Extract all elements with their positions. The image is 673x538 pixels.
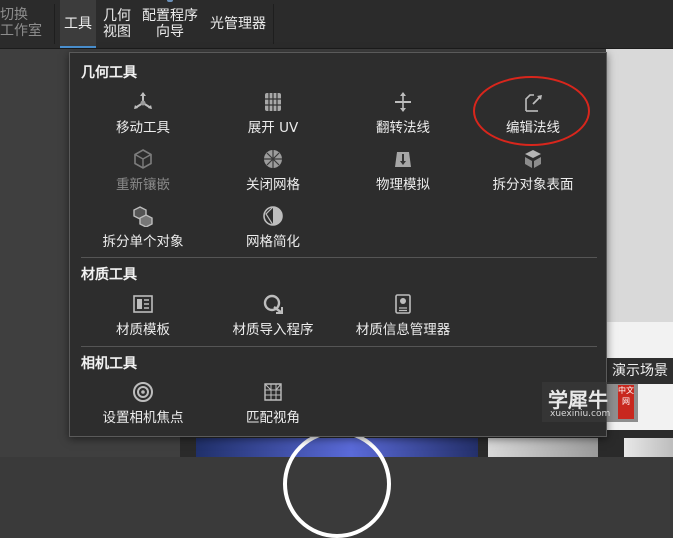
annotation-highlight-circle — [473, 76, 590, 146]
menu-item-label: 材质导入程序 — [232, 322, 314, 338]
section-title-geometry-tools: 几何工具 — [81, 65, 137, 81]
light-manager-button[interactable]: 光管理器 — [206, 0, 270, 48]
menu-item-label: 材质信息管理器 — [355, 322, 451, 338]
menu-item-label: 物理模拟 — [376, 177, 430, 193]
flip-normals-icon — [392, 91, 414, 113]
section-title-camera-tools: 相机工具 — [81, 356, 137, 372]
menu-item-label: 拆分对象表面 — [492, 177, 574, 193]
menu-item-split-single-object[interactable]: 拆分单个对象 — [78, 205, 208, 255]
material-importer-icon — [262, 293, 284, 315]
menu-item-label: 拆分单个对象 — [102, 234, 184, 250]
menu-item-label: 网格简化 — [246, 234, 300, 250]
menu-item-unwrap-uv[interactable]: 展开 UV — [208, 91, 338, 141]
match-perspective-icon — [262, 381, 284, 403]
light-manager-label: 光管理器 — [210, 16, 266, 32]
move-tool-icon — [132, 91, 154, 113]
menu-item-label: 翻转法线 — [376, 120, 430, 136]
menu-item-close-mesh[interactable]: 关闭网格 — [208, 148, 338, 198]
split-single-object-icon — [132, 205, 154, 227]
menu-item-flip-normals[interactable]: 翻转法线 — [338, 91, 468, 141]
menu-item-move-tool[interactable]: 移动工具 — [78, 91, 208, 141]
section-divider — [81, 257, 597, 258]
menu-item-label: 设置相机焦点 — [102, 410, 184, 426]
menu-item-match-perspective[interactable]: 匹配视角 — [208, 381, 338, 431]
menu-item-material-importer[interactable]: 材质导入程序 — [208, 293, 338, 343]
tools-tab-button[interactable]: 工具 — [60, 0, 96, 48]
watermark-url: xuexiniu.com — [550, 409, 611, 419]
section-title-material-tools: 材质工具 — [81, 267, 137, 283]
config-wizard-label-2: 向导 — [156, 24, 184, 40]
watermark-logo: 学犀牛 xuexiniu.com 中文网 — [542, 382, 638, 422]
menu-item-physics-simulation[interactable]: 物理模拟 — [338, 148, 468, 198]
scene-thumbnail-ring — [283, 430, 391, 538]
config-wizard-label-1: 配置程序 — [142, 8, 198, 24]
close-mesh-icon — [262, 148, 284, 170]
menu-item-label: 材质模板 — [116, 322, 170, 338]
retessellate-icon — [132, 148, 154, 170]
config-wizard-icon — [167, 0, 173, 2]
set-camera-focus-icon — [132, 381, 154, 403]
demo-scene-tab[interactable]: 演示场景 — [606, 358, 673, 384]
mesh-simplify-icon — [262, 205, 284, 227]
switch-workspace-label-2: 工作室 — [0, 23, 42, 39]
menu-item-material-info-manager[interactable]: 材质信息管理器 — [338, 293, 468, 343]
unwrap-uv-icon — [262, 91, 284, 113]
menu-item-label: 移动工具 — [116, 120, 170, 136]
switch-workspace-label-1: 切换 — [0, 7, 28, 23]
menu-item-retessellate: 重新镶嵌 — [78, 148, 208, 198]
menu-item-split-object-surfaces[interactable]: 拆分对象表面 — [468, 148, 598, 198]
section-divider — [81, 346, 597, 347]
menu-item-label: 展开 UV — [247, 120, 299, 136]
material-info-manager-icon — [392, 293, 414, 315]
ribbon-toolbar: 切换 工作室 工具 几何 视图 配置程序 向导 光管理器 — [0, 0, 673, 49]
geometry-view-label-1: 几何 — [103, 8, 131, 24]
scene-thumbnail[interactable] — [488, 438, 598, 457]
menu-item-set-camera-focus[interactable]: 设置相机焦点 — [78, 381, 208, 431]
watermark-seal: 中文网 — [618, 385, 634, 419]
split-object-surfaces-icon — [522, 148, 544, 170]
geometry-view-button[interactable]: 几何 视图 — [100, 0, 134, 48]
config-wizard-button[interactable]: 配置程序 向导 — [138, 0, 202, 48]
geometry-view-label-2: 视图 — [103, 24, 131, 40]
toolbar-divider — [54, 4, 55, 44]
menu-item-label: 重新镶嵌 — [116, 177, 170, 193]
material-template-icon — [132, 293, 154, 315]
menu-item-label: 关闭网格 — [246, 177, 300, 193]
menu-item-label: 匹配视角 — [246, 410, 300, 426]
physics-simulation-icon — [392, 148, 414, 170]
switch-workspace-button[interactable]: 切换 工作室 — [0, 0, 44, 48]
scene-thumbnail[interactable] — [624, 438, 673, 457]
menu-item-mesh-simplify[interactable]: 网格简化 — [208, 205, 338, 255]
tools-tab-label: 工具 — [64, 16, 92, 32]
menu-item-material-template[interactable]: 材质模板 — [78, 293, 208, 343]
toolbar-divider — [273, 4, 274, 44]
